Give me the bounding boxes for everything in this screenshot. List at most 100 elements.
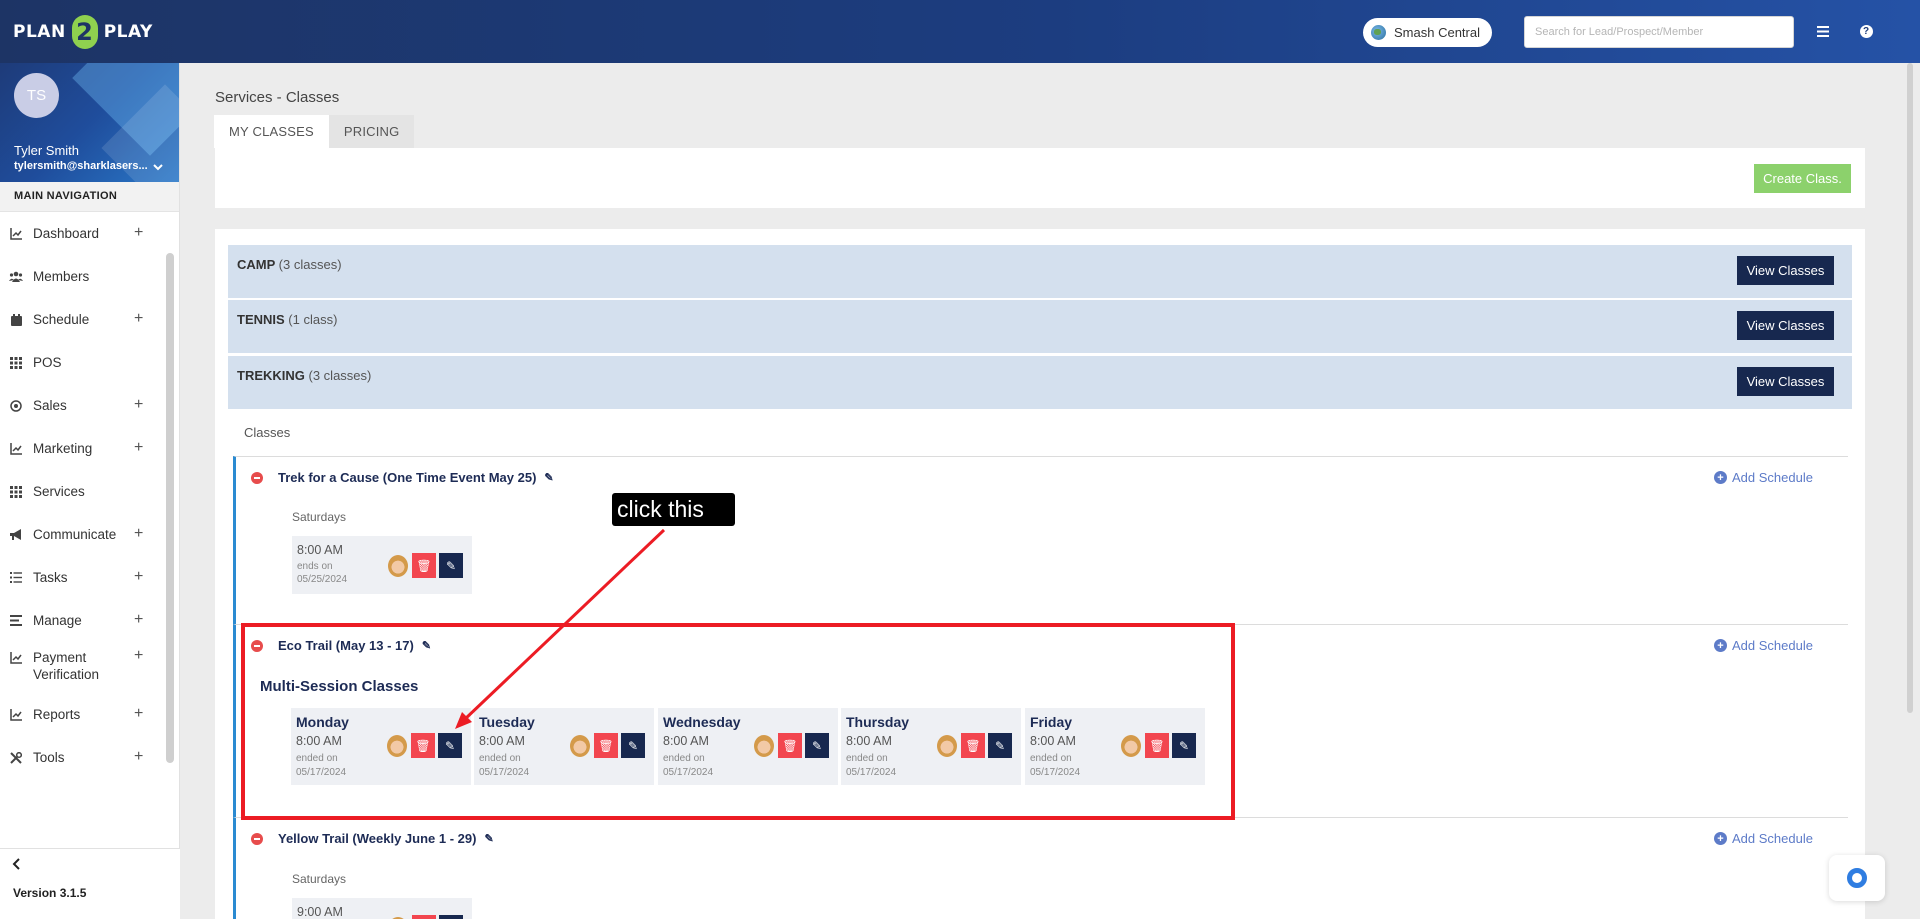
grid-icon	[8, 356, 24, 370]
page-scrollbar[interactable]	[1907, 63, 1913, 713]
class-title[interactable]: Yellow Trail (Weekly June 1 - 29)	[278, 831, 476, 846]
sidebar-item-members[interactable]: Members	[0, 255, 179, 298]
class-title[interactable]: Trek for a Cause (One Time Event May 25)	[278, 470, 536, 485]
user-email: tylersmith@sharklasers...	[14, 160, 148, 172]
expand-icon[interactable]: +	[134, 224, 143, 242]
add-schedule-link[interactable]: + Add Schedule	[1714, 638, 1813, 653]
sidebar-scrollbar[interactable]	[166, 253, 174, 763]
category-name: TENNIS (1 class)	[237, 312, 337, 327]
toolbar-panel	[215, 148, 1865, 208]
help-button[interactable]: ?	[1855, 20, 1877, 42]
location-label: Smash Central	[1394, 25, 1480, 40]
session-end-date: 05/25/2024	[297, 574, 348, 585]
line-chart-icon	[8, 651, 24, 665]
question-icon: ?	[1859, 24, 1873, 38]
session-time: 9:00 AM	[297, 905, 343, 919]
add-schedule-label: Add Schedule	[1732, 470, 1813, 485]
sidebar-item-label: Sales	[33, 398, 67, 413]
add-schedule-link[interactable]: + Add Schedule	[1714, 831, 1813, 846]
view-classes-button[interactable]: View Classes	[1737, 256, 1834, 285]
sidebar-item-marketing[interactable]: Marketing +	[0, 427, 179, 470]
expand-icon[interactable]: +	[134, 705, 143, 723]
chevron-down-icon[interactable]	[153, 159, 163, 174]
category-count: (3 classes)	[278, 257, 342, 272]
pencil-icon[interactable]: ✎	[484, 832, 493, 845]
sidebar-item-label: Tools	[33, 750, 65, 765]
expand-icon[interactable]: +	[134, 310, 143, 328]
avatar	[388, 555, 408, 577]
user-name: Tyler Smith	[14, 143, 80, 158]
expand-icon[interactable]: +	[134, 439, 143, 457]
support-button[interactable]	[1829, 855, 1885, 901]
expand-icon[interactable]: +	[134, 748, 143, 766]
expand-icon[interactable]: +	[134, 611, 143, 629]
sidebar-item-label: Schedule	[33, 312, 90, 327]
sidebar-item-pos[interactable]: POS	[0, 341, 179, 384]
view-classes-button[interactable]: View Classes	[1737, 311, 1834, 340]
lifebuoy-icon	[1847, 868, 1867, 888]
add-schedule-label: Add Schedule	[1732, 638, 1813, 653]
bars-icon	[8, 614, 24, 628]
trash-icon[interactable]: 🗑	[412, 915, 436, 919]
plus-circle-icon: +	[1714, 471, 1727, 484]
expand-icon[interactable]: +	[134, 568, 143, 586]
sidebar-item-tasks[interactable]: Tasks +	[0, 556, 179, 599]
expand-icon[interactable]: +	[134, 396, 143, 414]
trash-icon[interactable]: 🗑	[412, 553, 436, 578]
sidebar-item-tools[interactable]: Tools +	[0, 736, 179, 779]
create-class-button[interactable]: Create Class.	[1754, 164, 1851, 193]
calendar-icon	[8, 313, 24, 327]
page-title: Services - Classes	[215, 89, 340, 106]
pencil-icon[interactable]: ✎	[544, 471, 553, 484]
users-icon	[8, 270, 24, 284]
category-name: CAMP (3 classes)	[237, 257, 342, 272]
avatar: TS	[14, 73, 59, 118]
collapse-icon[interactable]	[251, 832, 263, 845]
sidebar-item-manage[interactable]: Manage +	[0, 599, 179, 642]
category-row-tennis: TENNIS (1 class) View Classes	[228, 300, 1852, 353]
expand-icon[interactable]: +	[134, 647, 143, 664]
sidebar-item-label: Members	[33, 269, 90, 284]
sidebar-item-services[interactable]: Services	[0, 470, 179, 513]
category-title: TENNIS	[237, 312, 285, 327]
pencil-icon[interactable]: ✎	[439, 553, 463, 578]
sidebar-item-payment-verification[interactable]: Payment Verification +	[0, 642, 179, 693]
plus-circle-icon: +	[1714, 832, 1727, 845]
hamburger-icon[interactable]	[1812, 20, 1834, 42]
sidebar-item-label: Communicate	[33, 527, 117, 542]
chevron-left-icon[interactable]	[12, 857, 20, 875]
add-schedule-link[interactable]: + Add Schedule	[1714, 470, 1813, 485]
top-bar: PLAN 2 PLAY Smash Central ?	[0, 0, 1920, 63]
sidebar-item-schedule[interactable]: Schedule +	[0, 298, 179, 341]
sidebar-item-reports[interactable]: Reports +	[0, 693, 179, 736]
chart-icon	[8, 227, 24, 241]
category-row-camp: CAMP (3 classes) View Classes	[228, 245, 1852, 298]
sidebar-item-label: Marketing	[33, 441, 93, 456]
sidebar-item-communicate[interactable]: Communicate +	[0, 513, 179, 556]
sidebar-item-dashboard[interactable]: Dashboard +	[0, 212, 179, 255]
sidebar-item-label: Reports	[33, 707, 81, 722]
category-row-trekking: TREKKING (3 classes) View Classes	[228, 356, 1852, 409]
tab-my-classes[interactable]: MY CLASSES	[214, 115, 329, 148]
collapse-icon[interactable]	[251, 471, 263, 484]
grid-icon	[8, 485, 24, 499]
version-label: Version 3.1.5	[13, 886, 87, 900]
user-profile[interactable]: TS Tyler Smith tylersmith@sharklasers...	[0, 63, 179, 182]
logo-text-left: PLAN	[13, 22, 66, 42]
expand-icon[interactable]: +	[134, 525, 143, 543]
schedule-day: Saturdays	[292, 510, 347, 524]
search-input[interactable]	[1524, 16, 1794, 48]
session-end: ends on 05/25/2024	[297, 560, 357, 586]
sidebar-item-sales[interactable]: Sales +	[0, 384, 179, 427]
line-chart-icon	[8, 708, 24, 722]
session-card: 8:00 AM ends on 05/25/2024 🗑 ✎	[292, 536, 472, 594]
category-name: TREKKING (3 classes)	[237, 368, 371, 383]
tab-pricing[interactable]: PRICING	[328, 115, 415, 148]
logo-text-right: PLAY	[103, 22, 153, 42]
app-logo[interactable]: PLAN 2 PLAY	[13, 14, 153, 50]
pencil-icon[interactable]: ✎	[439, 915, 463, 919]
view-classes-button[interactable]: View Classes	[1737, 367, 1834, 396]
location-selector[interactable]: Smash Central	[1363, 18, 1492, 47]
megaphone-icon	[8, 528, 24, 542]
sidebar-item-label: Tasks	[33, 570, 68, 585]
